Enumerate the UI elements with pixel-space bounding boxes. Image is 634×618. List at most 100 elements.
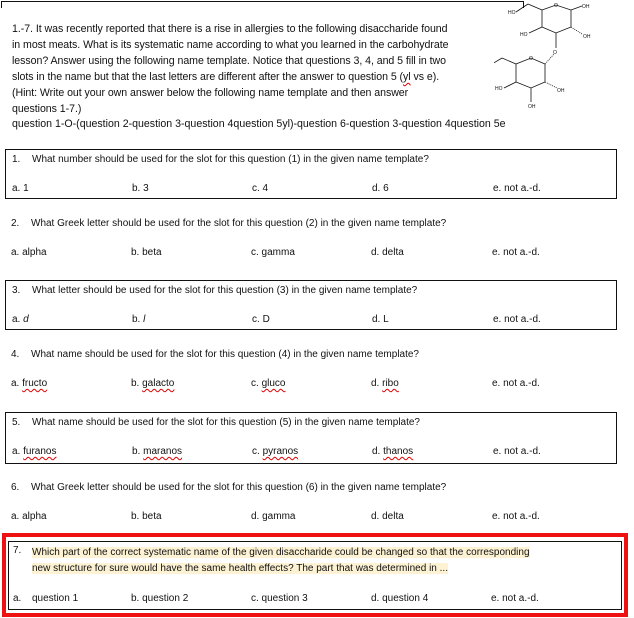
option-d[interactable]: d. ribo xyxy=(371,378,399,389)
bond xyxy=(544,81,558,89)
intro-paragraph: 1.-7. It was recently reported that ther… xyxy=(12,21,502,117)
option-value: not a.-d. xyxy=(504,314,541,325)
oh-label: OH xyxy=(557,88,565,94)
option-e[interactable]: e. not a.-d. xyxy=(492,511,540,522)
question-4: 4. What name should be used for the slot … xyxy=(5,345,617,395)
option-a[interactable]: a. fructo xyxy=(11,378,47,389)
option-b[interactable]: b. l xyxy=(132,314,145,325)
question-text: What letter should be used for the slot … xyxy=(32,285,418,296)
oh-label: OH xyxy=(528,104,536,110)
option-value: l xyxy=(143,314,146,325)
previous-box-border xyxy=(1,1,524,8)
ring-bond xyxy=(541,4,572,34)
option-value: D xyxy=(262,314,270,325)
question-stem: 1. What number should be used for the slo… xyxy=(12,154,429,165)
option-value: pyranos xyxy=(262,446,299,457)
option-b[interactable]: b. question 2 xyxy=(131,593,188,604)
option-a[interactable]: a. 1 xyxy=(12,183,29,194)
option-label: b. xyxy=(132,314,144,325)
intro-line: 1.-7. It was recently reported that ther… xyxy=(12,23,448,35)
question-text: What number should be used for the slot … xyxy=(32,154,429,165)
ho-label: HO xyxy=(508,10,516,16)
option-c[interactable]: c. question 3 xyxy=(251,593,308,604)
option-e[interactable]: e. not a.-d. xyxy=(492,378,540,389)
option-label: a. xyxy=(12,314,24,325)
option-e[interactable]: e. not a.-d. xyxy=(493,183,541,194)
option-label: c. xyxy=(252,446,263,457)
question-number: 1. xyxy=(12,154,21,165)
question-text-line: Which part of the correct systematic nam… xyxy=(32,547,530,558)
option-e[interactable]: e. not a.-d. xyxy=(493,446,541,457)
bond xyxy=(528,26,543,34)
question-text: What Greek letter should be used for the… xyxy=(31,218,447,229)
option-label: b. xyxy=(131,378,143,389)
question-stem: 5. What name should be used for the slot … xyxy=(12,417,420,428)
option-b[interactable]: b. galacto xyxy=(131,378,174,389)
option-e[interactable]: e. not a.-d. xyxy=(491,593,539,604)
question-number: 6. xyxy=(11,482,20,493)
question-text: Which part of the correct systematic nam… xyxy=(32,545,612,577)
option-value: maranos xyxy=(143,446,183,457)
question-stem: 3. What letter should be used for the slo… xyxy=(12,285,417,296)
option-value: furanos xyxy=(23,446,57,457)
option-c[interactable]: c. gamma xyxy=(251,247,295,258)
option-value: fructo xyxy=(22,378,48,389)
intro-line: in most meats. What is its systematic na… xyxy=(12,39,449,51)
option-label: d. xyxy=(372,446,384,457)
option-c[interactable]: c. gluco xyxy=(251,378,285,389)
option-d[interactable]: d. delta xyxy=(371,511,404,522)
option-value: ribo xyxy=(382,378,399,389)
intro-line: lesson? Answer using the following name … xyxy=(12,55,446,67)
option-d[interactable]: d. L xyxy=(372,314,389,325)
question-1: 1. What number should be used for the slo… xyxy=(5,149,617,199)
option-a[interactable]: a. alpha xyxy=(11,511,47,522)
option-c[interactable]: d. gamma xyxy=(251,511,295,522)
option-c[interactable]: c. D xyxy=(252,314,270,325)
option-d[interactable]: d. 6 xyxy=(372,183,389,194)
option-label: e. xyxy=(492,378,504,389)
option-e[interactable]: e. not a.-d. xyxy=(492,247,540,258)
question-text: What name should be used for the slot fo… xyxy=(31,349,419,360)
question-7: 7. Which part of the correct systematic … xyxy=(8,541,622,610)
bond xyxy=(494,57,503,64)
o-label: O xyxy=(529,56,533,62)
bond xyxy=(515,3,529,13)
ho-label: HO xyxy=(495,86,503,92)
option-a[interactable]: a. d xyxy=(12,314,29,325)
ring-bond xyxy=(515,57,546,89)
question-3: 3. What letter should be used for the slo… xyxy=(5,280,617,330)
oh-label: OH xyxy=(582,4,590,10)
bond xyxy=(570,26,583,35)
option-label: a. xyxy=(11,378,23,389)
option-label: b. xyxy=(132,446,144,457)
option-b[interactable]: b. maranos xyxy=(132,446,182,457)
option-label: c. xyxy=(252,314,263,325)
option-b[interactable]: b. beta xyxy=(131,511,162,522)
option-d[interactable]: d. question 4 xyxy=(371,593,428,604)
option-d[interactable]: d. delta xyxy=(371,247,404,258)
option-value: gluco xyxy=(261,378,286,389)
option-a[interactable]: a. alpha xyxy=(11,247,47,258)
options: a. fructo b. galacto c. gluco d. ribo e.… xyxy=(11,378,611,392)
yl-spellcheck-word: yl xyxy=(403,71,411,83)
option-e[interactable]: e. not a.-d. xyxy=(493,314,541,325)
ho-label: HO xyxy=(520,32,528,38)
intro-line: slots in the name but that the last lett… xyxy=(12,69,502,85)
option-value: d xyxy=(23,314,29,325)
option-d[interactable]: d. thanos xyxy=(372,446,413,457)
option-c[interactable]: c. pyranos xyxy=(252,446,298,457)
name-template: question 1-O-(question 2-question 3-ques… xyxy=(12,118,506,130)
options: a. alpha b. beta d. gamma d. delta e. no… xyxy=(11,511,611,525)
option-a[interactable]: a. furanos xyxy=(12,446,56,457)
question-text-line: new structure for sure would have the sa… xyxy=(32,563,448,574)
option-value: not a.-d. xyxy=(503,378,540,389)
question-number: 7. xyxy=(13,545,22,556)
option-a[interactable]: a. question 1 xyxy=(13,593,78,604)
option-c[interactable]: c. 4 xyxy=(252,183,268,194)
options: a. alpha b. beta c. gamma d. delta e. no… xyxy=(11,247,611,261)
option-b[interactable]: b. 3 xyxy=(132,183,149,194)
option-label: c. xyxy=(251,378,262,389)
bond xyxy=(570,5,583,11)
option-b[interactable]: b. beta xyxy=(131,247,162,258)
options: a. d b. l c. D d. L e. not a.-d. xyxy=(12,314,612,328)
